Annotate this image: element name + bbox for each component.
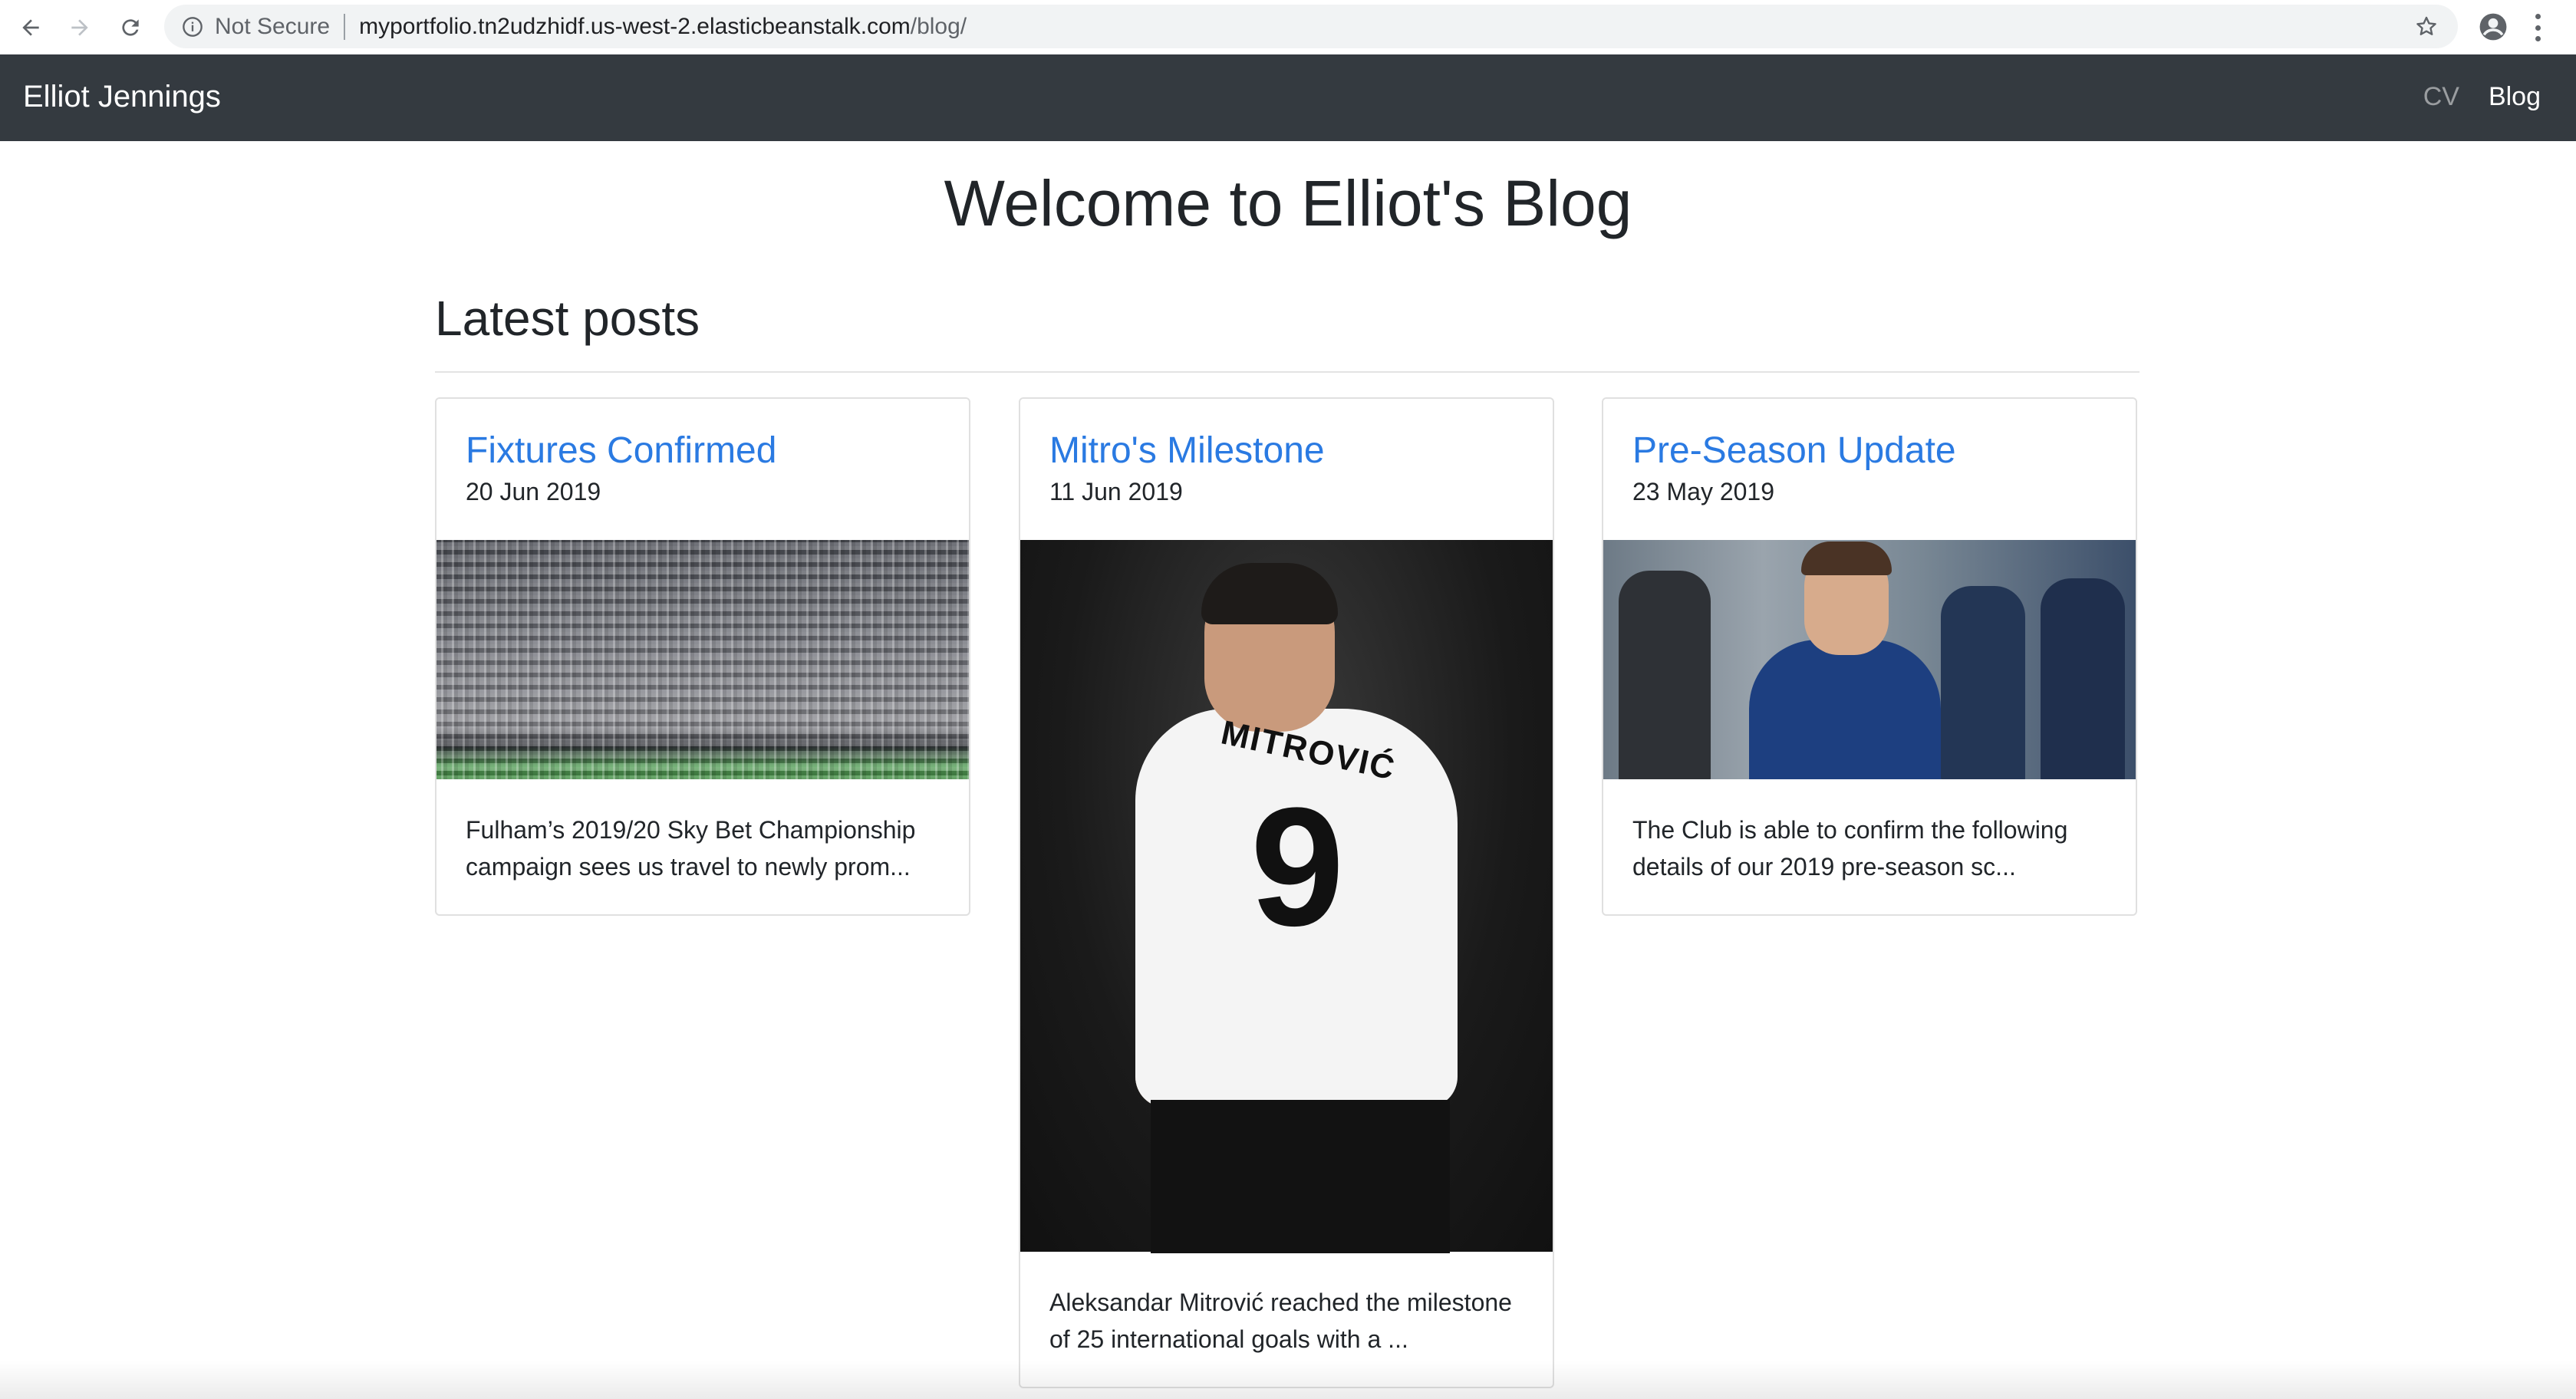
post-title-link[interactable]: Fixtures Confirmed <box>466 428 776 474</box>
post-excerpt-line: of 25 international goals with a ... <box>1049 1325 1408 1353</box>
post-card: Fixtures Confirmed 20 Jun 2019 Fulham’s … <box>435 397 970 916</box>
post-excerpt-line: The Club is able to confirm the followin… <box>1632 816 2068 844</box>
forward-icon[interactable] <box>63 11 97 44</box>
address-bar[interactable]: Not Secure myportfolio.tn2udzhidf.us-wes… <box>164 5 2458 48</box>
url-path: /blog/ <box>910 13 967 39</box>
post-excerpt-line: Fulham’s 2019/20 Sky Bet Championship <box>466 816 916 844</box>
page-title: Welcome to Elliot's Blog <box>944 167 1632 239</box>
site-brand-link[interactable]: Elliot Jennings <box>23 77 221 116</box>
site-navbar: Elliot Jennings CV Blog <box>0 54 2576 141</box>
post-excerpt-line: campaign sees us travel to newly prom... <box>466 853 911 881</box>
image-background-person <box>1941 586 2025 779</box>
url-host: myportfolio.tn2udzhidf.us-west-2.elastic… <box>359 13 911 39</box>
post-excerpt: The Club is able to confirm the followin… <box>1632 811 2116 885</box>
info-icon[interactable] <box>180 14 206 40</box>
post-image <box>1603 540 2136 779</box>
image-manager-hair <box>1801 541 1892 575</box>
post-title-link[interactable]: Pre-Season Update <box>1632 428 1956 474</box>
post-excerpt-line: Aleksandar Mitrović reached the mileston… <box>1049 1289 1512 1316</box>
url-divider <box>344 13 346 40</box>
post-date: 11 Jun 2019 <box>1049 478 1183 505</box>
post-card: Mitro's Milestone 11 Jun 2019 MITROVIĆ 9… <box>1019 397 1554 1388</box>
post-image <box>436 540 969 779</box>
reload-icon[interactable] <box>114 11 147 44</box>
post-excerpt: Aleksandar Mitrović reached the mileston… <box>1049 1284 1533 1358</box>
post-card: Pre-Season Update 23 May 2019 The Club i… <box>1602 397 2137 916</box>
post-excerpt: Fulham’s 2019/20 Sky Bet Championship ca… <box>466 811 949 885</box>
image-player-hair <box>1201 563 1338 624</box>
post-date: 20 Jun 2019 <box>466 478 601 505</box>
nav-link-blog[interactable]: Blog <box>2489 77 2541 116</box>
post-title-link[interactable]: Mitro's Milestone <box>1049 428 1325 474</box>
image-shirt-number: 9 <box>1250 772 1345 961</box>
section-divider <box>435 371 2140 373</box>
nav-links: CV Blog <box>2423 77 2541 116</box>
image-manager-coat <box>1749 640 1941 779</box>
section-title: Latest posts <box>435 291 700 346</box>
post-excerpt-line: details of our 2019 pre-season sc... <box>1632 853 2016 881</box>
image-player-shorts <box>1151 1100 1450 1253</box>
browser-menu-icon[interactable] <box>2530 11 2545 44</box>
bookmark-star-icon[interactable] <box>2412 12 2441 41</box>
image-background-person <box>1619 571 1711 779</box>
post-image: MITROVIĆ 9 <box>1020 540 1553 1253</box>
post-date: 23 May 2019 <box>1632 478 1775 505</box>
browser-toolbar: Not Secure myportfolio.tn2udzhidf.us-wes… <box>0 0 2576 54</box>
image-background-person <box>2041 578 2125 779</box>
security-label: Not Secure <box>215 13 331 39</box>
back-icon[interactable] <box>14 11 48 44</box>
profile-avatar-icon[interactable] <box>2476 10 2510 44</box>
window-bottom-shadow <box>0 1361 2576 1399</box>
nav-link-cv[interactable]: CV <box>2423 77 2459 116</box>
